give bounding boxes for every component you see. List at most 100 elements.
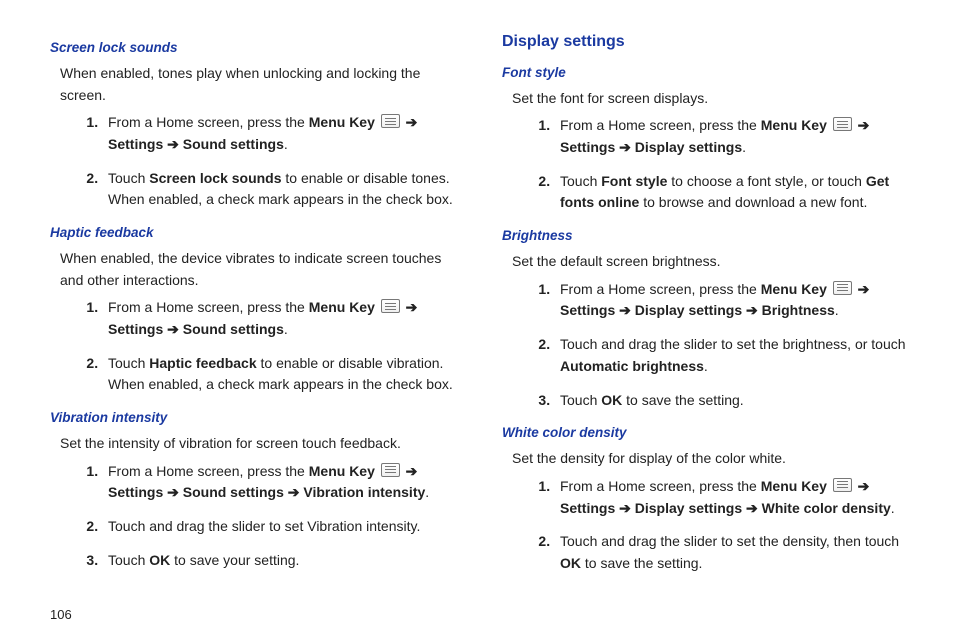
arrow-icon: ➔ [163, 484, 183, 500]
label-brightness: Brightness [762, 302, 835, 318]
label-menu-key: Menu Key [761, 281, 827, 297]
arrow-icon: ➔ [854, 281, 870, 297]
label-white-color-density: White color density [762, 500, 891, 516]
step: Touch Screen lock sounds to enable or di… [102, 168, 462, 211]
label-vibration-intensity: Vibration intensity [303, 484, 425, 500]
step: From a Home screen, press the Menu Key ➔… [554, 279, 914, 322]
text: Touch [108, 170, 149, 186]
label-settings: Settings [560, 302, 615, 318]
text: . [891, 500, 895, 516]
text: From a Home screen, press the [560, 478, 761, 494]
intro-vibration-intensity: Set the intensity of vibration for scree… [60, 433, 451, 455]
intro-brightness: Set the default screen brightness. [512, 251, 903, 273]
step: From a Home screen, press the Menu Key ➔… [102, 297, 462, 340]
steps-brightness: From a Home screen, press the Menu Key ➔… [502, 279, 914, 411]
menu-key-icon [381, 299, 400, 313]
label-sound-settings: Sound settings [183, 136, 284, 152]
label-screen-lock-sounds: Screen lock sounds [149, 170, 281, 186]
text: to choose a font style, or touch [667, 173, 865, 189]
intro-white-color-density: Set the density for display of the color… [512, 448, 903, 470]
page-number: 106 [50, 607, 72, 622]
arrow-icon: ➔ [615, 139, 635, 155]
label-ok: OK [560, 555, 581, 571]
text: Touch and drag the slider to set the den… [560, 533, 899, 549]
arrow-icon: ➔ [742, 302, 762, 318]
arrow-icon: ➔ [742, 500, 762, 516]
text: From a Home screen, press the [108, 463, 309, 479]
arrow-icon: ➔ [402, 114, 418, 130]
text: . [284, 136, 288, 152]
heading-screen-lock-sounds: Screen lock sounds [50, 38, 462, 59]
steps-screen-lock-sounds: From a Home screen, press the Menu Key ➔… [50, 112, 462, 211]
steps-haptic-feedback: From a Home screen, press the Menu Key ➔… [50, 297, 462, 396]
label-sound-settings: Sound settings [183, 484, 284, 500]
intro-screen-lock-sounds: When enabled, tones play when unlocking … [60, 63, 451, 106]
text: From a Home screen, press the [560, 117, 761, 133]
text: . [284, 321, 288, 337]
text: From a Home screen, press the [108, 299, 309, 315]
step: Touch and drag the slider to set the den… [554, 531, 914, 574]
manual-page: Screen lock sounds When enabled, tones p… [0, 0, 954, 636]
text: Touch [560, 173, 601, 189]
text: to browse and download a new font. [639, 194, 867, 210]
label-ok: OK [601, 392, 622, 408]
text: Touch and drag the slider to set Vibrati… [108, 518, 420, 534]
label-settings: Settings [108, 484, 163, 500]
arrow-icon: ➔ [402, 463, 418, 479]
text: . [425, 484, 429, 500]
label-menu-key: Menu Key [761, 117, 827, 133]
step: Touch and drag the slider to set Vibrati… [102, 516, 462, 538]
arrow-icon: ➔ [402, 299, 418, 315]
label-settings: Settings [560, 139, 615, 155]
step: Touch Haptic feedback to enable or disab… [102, 353, 462, 396]
menu-key-icon [833, 281, 852, 295]
steps-font-style: From a Home screen, press the Menu Key ➔… [502, 115, 914, 214]
label-settings: Settings [108, 321, 163, 337]
text: . [704, 358, 708, 374]
label-ok: OK [149, 552, 170, 568]
text: . [835, 302, 839, 318]
right-column: Display settings Font style Set the font… [502, 30, 914, 587]
menu-key-icon [833, 117, 852, 131]
label-display-settings: Display settings [635, 500, 742, 516]
label-display-settings: Display settings [635, 139, 742, 155]
text: . [742, 139, 746, 155]
label-automatic-brightness: Automatic brightness [560, 358, 704, 374]
arrow-icon: ➔ [615, 302, 635, 318]
arrow-icon: ➔ [163, 321, 183, 337]
text: Touch [560, 392, 601, 408]
heading-brightness: Brightness [502, 226, 914, 247]
text: Touch [108, 355, 149, 371]
left-column: Screen lock sounds When enabled, tones p… [50, 30, 462, 587]
label-sound-settings: Sound settings [183, 321, 284, 337]
label-haptic-feedback: Haptic feedback [149, 355, 256, 371]
steps-white-color-density: From a Home screen, press the Menu Key ➔… [502, 476, 914, 575]
text: From a Home screen, press the [108, 114, 309, 130]
text: From a Home screen, press the [560, 281, 761, 297]
steps-vibration-intensity: From a Home screen, press the Menu Key ➔… [50, 461, 462, 572]
step: Touch Font style to choose a font style,… [554, 171, 914, 214]
step: From a Home screen, press the Menu Key ➔… [554, 476, 914, 519]
content-columns: Screen lock sounds When enabled, tones p… [50, 30, 914, 587]
intro-font-style: Set the font for screen displays. [512, 88, 903, 110]
heading-haptic-feedback: Haptic feedback [50, 223, 462, 244]
text: Touch [108, 552, 149, 568]
label-menu-key: Menu Key [761, 478, 827, 494]
arrow-icon: ➔ [615, 500, 635, 516]
label-font-style: Font style [601, 173, 667, 189]
step: Touch OK to save the setting. [554, 390, 914, 412]
menu-key-icon [833, 478, 852, 492]
step: Touch OK to save your setting. [102, 550, 462, 572]
label-menu-key: Menu Key [309, 114, 375, 130]
text: to save your setting. [170, 552, 299, 568]
step: From a Home screen, press the Menu Key ➔… [554, 115, 914, 158]
arrow-icon: ➔ [854, 478, 870, 494]
heading-display-settings: Display settings [502, 30, 914, 55]
arrow-icon: ➔ [163, 136, 183, 152]
heading-white-color-density: White color density [502, 423, 914, 444]
label-menu-key: Menu Key [309, 463, 375, 479]
menu-key-icon [381, 463, 400, 477]
step: From a Home screen, press the Menu Key ➔… [102, 112, 462, 155]
menu-key-icon [381, 114, 400, 128]
intro-haptic-feedback: When enabled, the device vibrates to ind… [60, 248, 451, 291]
